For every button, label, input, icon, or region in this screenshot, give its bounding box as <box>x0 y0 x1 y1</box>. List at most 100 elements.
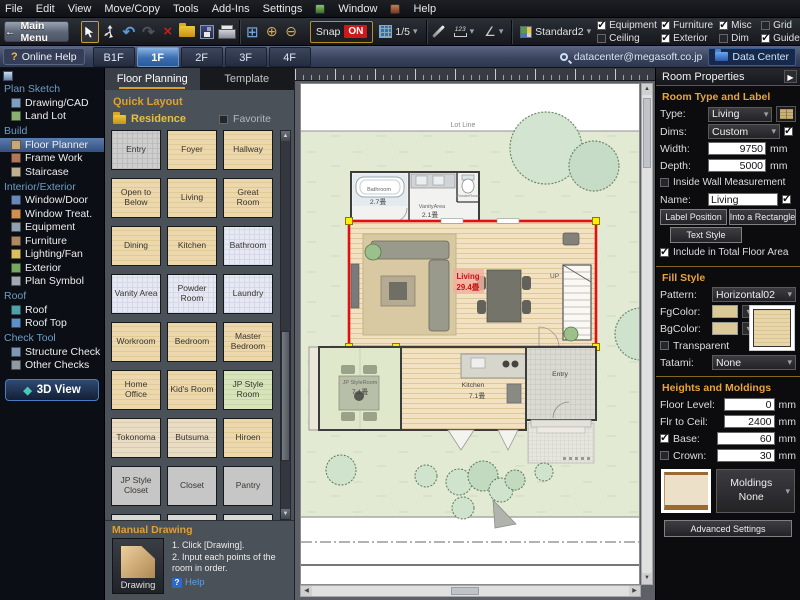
room-button-workroom[interactable]: Workroom <box>111 322 161 362</box>
scroll-up-icon[interactable]: ▲ <box>281 131 290 141</box>
favorite-checkbox[interactable] <box>219 115 228 124</box>
vertical-scrollbar[interactable]: ▲ ▼ <box>641 83 653 585</box>
collapse-panel-button[interactable]: ▶ <box>784 70 797 83</box>
floor-tab-4f[interactable]: 4F <box>269 47 311 67</box>
menu-view[interactable]: View <box>68 3 92 15</box>
room-button-laundry[interactable]: Laundry <box>223 274 273 314</box>
sidebar-item-equipment[interactable]: Equipment <box>0 221 104 235</box>
zoom-out-button[interactable]: ⊖ <box>282 21 299 43</box>
sidebar-item-lighting-fan[interactable]: Lighting/Fan <box>0 248 104 262</box>
sidebar-item-roof-top[interactable]: Roof Top <box>0 317 104 331</box>
sidebar-item-other-checks[interactable]: Other Checks <box>0 359 104 373</box>
room-button-foyer[interactable]: Foyer <box>167 130 217 170</box>
view-3d-button[interactable]: ◆ 3D View <box>5 379 99 401</box>
toggle-exterior[interactable]: Exterior <box>661 33 719 44</box>
menu-settings[interactable]: Settings <box>263 3 303 15</box>
toggle-furniture[interactable]: Furniture <box>661 20 719 31</box>
room-button-tokonoma[interactable]: Tokonoma <box>111 418 161 458</box>
room-button-butsuma[interactable]: Butsuma <box>167 418 217 458</box>
room-button-bathroom[interactable]: Bathroom <box>223 226 273 266</box>
print-button[interactable] <box>217 21 234 43</box>
into-rectangle-button[interactable]: Into a Rectangle <box>729 209 796 225</box>
room-button-closet[interactable]: Closet <box>167 466 217 506</box>
sidebar-item-furniture[interactable]: Furniture <box>0 234 104 248</box>
category-label[interactable]: Residence <box>131 113 186 125</box>
snap-toggle[interactable]: Snap ON <box>310 21 374 43</box>
transparent-checkbox[interactable] <box>660 341 669 350</box>
fit-view-button[interactable]: ⊞ <box>244 21 261 43</box>
scroll-right-icon[interactable]: ▶ <box>629 586 640 596</box>
sidebar-corner-icon[interactable] <box>3 71 13 81</box>
base-checkbox[interactable] <box>660 434 669 443</box>
depth-input[interactable]: 5000 <box>708 159 766 172</box>
sidebar-item-roof[interactable]: Roof <box>0 303 104 317</box>
label-position-button[interactable]: Label Position <box>660 209 727 225</box>
undo-button[interactable]: ↶ <box>120 21 137 43</box>
floor-level-input[interactable]: 0 <box>724 398 775 411</box>
zoom-in-button[interactable]: ⊕ <box>263 21 280 43</box>
fgcolor-swatch[interactable] <box>712 305 738 318</box>
floor-tab-1f[interactable]: 1F <box>137 47 179 67</box>
menu-move-copy[interactable]: Move/Copy <box>104 3 160 15</box>
crown-checkbox[interactable] <box>660 451 669 460</box>
addin-green-icon[interactable] <box>315 4 325 14</box>
scale-dropdown[interactable]: 1/5 ▾ <box>375 21 421 43</box>
moldings-select[interactable]: Moldings None ▾ <box>716 469 795 513</box>
flr-to-ceil-input[interactable]: 2400 <box>724 415 775 428</box>
panel-scrollbar[interactable]: ▲ ▼ <box>280 130 291 520</box>
base-input[interactable]: 60 <box>717 432 775 445</box>
menu-add-ins[interactable]: Add-Ins <box>212 3 250 15</box>
room-button-master-bedroom[interactable]: Master Bedroom <box>223 322 273 362</box>
entry-room[interactable] <box>526 347 596 420</box>
text-style-button[interactable]: Text Style <box>670 227 742 243</box>
room-button-hiroen[interactable]: Hiroen <box>223 418 273 458</box>
scroll-down-icon[interactable]: ▼ <box>281 509 290 519</box>
toggle-misc[interactable]: Misc <box>719 20 761 31</box>
floor-tab-b1f[interactable]: B1F <box>93 47 135 67</box>
room-button-bedroom[interactable]: Bedroom <box>167 322 217 362</box>
open-button[interactable] <box>179 21 196 43</box>
sidebar-item-staircase[interactable]: Staircase <box>0 165 104 179</box>
scroll-left-icon[interactable]: ◀ <box>301 586 312 596</box>
dims-checkbox[interactable] <box>784 127 793 136</box>
menu-file[interactable]: File <box>5 3 23 15</box>
tatami-select[interactable]: None▾ <box>712 355 796 370</box>
room-button-kitchen[interactable]: Kitchen <box>167 226 217 266</box>
room-button-pantry[interactable]: Pantry <box>223 466 273 506</box>
width-input[interactable]: 9750 <box>708 142 766 155</box>
name-input[interactable]: Living <box>708 193 778 206</box>
room-button-jp-style-room[interactable]: JP Style Room <box>223 370 273 410</box>
sidebar-item-structure-check[interactable]: Structure Check <box>0 345 104 359</box>
online-help-button[interactable]: ? Online Help <box>3 48 85 65</box>
toggle-equipment[interactable]: Equipment <box>597 20 661 31</box>
toggle-guide[interactable]: Guide <box>761 33 797 44</box>
sidebar-item-floor-planner[interactable]: Floor Planner <box>0 138 104 152</box>
pen-tool-button[interactable] <box>430 21 447 43</box>
addin-red-icon[interactable] <box>390 4 400 14</box>
sidebar-item-drawing-cad[interactable]: Drawing/CAD <box>0 96 104 110</box>
crown-input[interactable]: 30 <box>717 449 775 462</box>
floor-tab-3f[interactable]: 3F <box>225 47 267 67</box>
room-button-vanity-area[interactable]: Vanity Area <box>111 274 161 314</box>
toggle-grid[interactable]: Grid <box>761 20 797 31</box>
sidebar-item-exterior[interactable]: Exterior <box>0 261 104 275</box>
room-button-jp-style-closet[interactable]: JP Style Closet <box>111 466 161 506</box>
sidebar-item-frame-work[interactable]: Frame Work <box>0 152 104 166</box>
dimension-dropdown[interactable]: 123 ▾ <box>450 21 479 43</box>
room-button-open-to-below[interactable]: Open to Below <box>111 178 161 218</box>
dims-select[interactable]: Custom▾ <box>708 124 780 139</box>
select-tool-button[interactable] <box>81 21 99 43</box>
room-button-entry[interactable]: Entry <box>111 130 161 170</box>
advanced-settings-button[interactable]: Advanced Settings <box>664 520 792 537</box>
save-button[interactable] <box>198 21 215 43</box>
tab-floor-planning[interactable]: Floor Planning <box>105 68 200 90</box>
floor-tab-2f[interactable]: 2F <box>181 47 223 67</box>
toggle-ceiling[interactable]: Ceiling <box>597 33 661 44</box>
room-button-living[interactable]: Living <box>167 178 217 218</box>
menu-window[interactable]: Window <box>338 3 377 15</box>
include-area-checkbox[interactable] <box>660 248 669 257</box>
scrollbar-thumb[interactable] <box>281 331 290 461</box>
room-button-home-office[interactable]: Home Office <box>111 370 161 410</box>
scroll-up-icon[interactable]: ▲ <box>642 84 652 95</box>
scrollbar-thumb[interactable] <box>451 587 479 595</box>
